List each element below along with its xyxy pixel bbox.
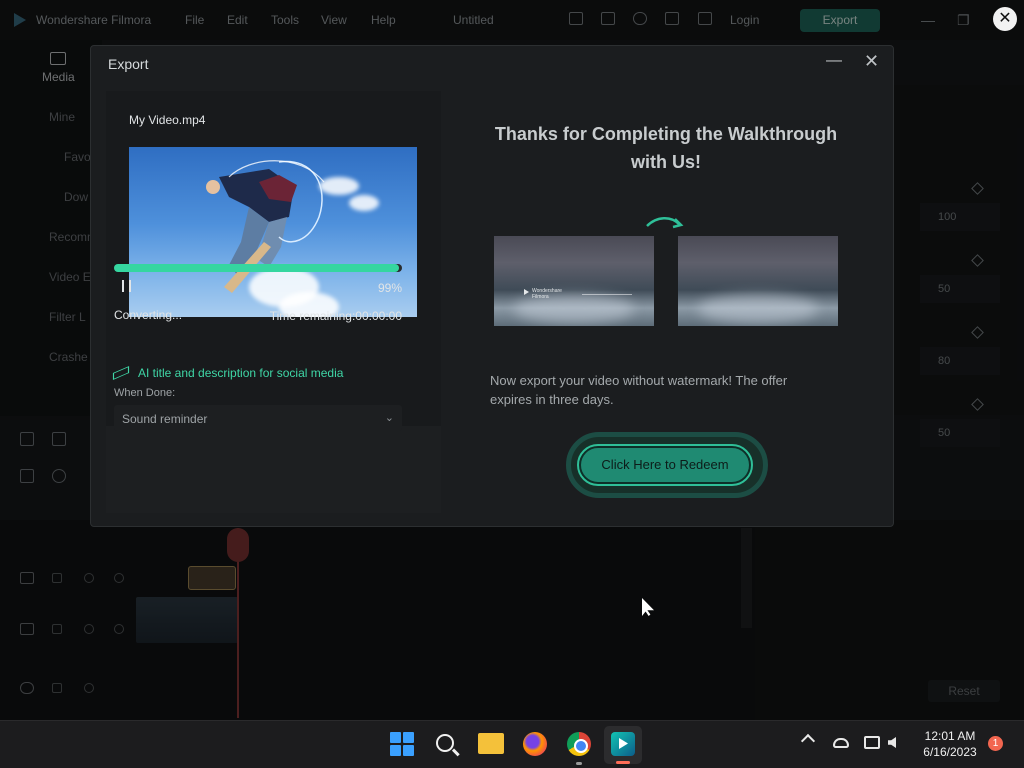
export-status: Converting...	[114, 308, 183, 322]
clock-date: 6/16/2023	[923, 745, 977, 759]
offer-text: Now export your video without watermark!…	[490, 373, 788, 407]
when-done-label: When Done:	[114, 387, 176, 399]
ai-title-link-label: AI title and description for social medi…	[138, 366, 344, 380]
onedrive-icon[interactable]	[833, 738, 849, 748]
system-clock[interactable]: 12:01 AM 6/16/2023	[912, 728, 988, 760]
watermark-text: Wondershare Filmora	[532, 288, 562, 300]
firefox-icon[interactable]	[523, 732, 547, 756]
chrome-running-indicator	[576, 762, 582, 765]
chrome-icon[interactable]	[567, 732, 591, 756]
minimize-icon[interactable]: —	[826, 52, 842, 70]
watermark-preview-after	[678, 236, 838, 326]
export-dialog: Export — ✕ My Video.mp4 99% Converting..…	[90, 45, 894, 527]
notification-badge[interactable]: 1	[988, 736, 1003, 751]
file-name: My Video.mp4	[129, 113, 206, 127]
dialog-title: Export	[108, 56, 149, 72]
when-done-dropdown[interactable]: Sound reminder ⌄	[114, 405, 402, 431]
export-progress-fill	[114, 264, 400, 272]
filmora-taskbar-icon[interactable]	[611, 732, 635, 756]
chevron-down-icon: ⌄	[384, 412, 394, 424]
curved-arrow-icon	[646, 217, 684, 229]
start-button[interactable]	[390, 732, 414, 756]
when-done-section	[106, 426, 441, 513]
filmora-logo-icon	[524, 289, 529, 295]
network-icon[interactable]	[864, 736, 880, 749]
ai-pen-icon	[112, 366, 130, 380]
time-remaining: Time remaining:00:00:00	[269, 309, 402, 323]
when-done-value: Sound reminder	[122, 412, 208, 426]
clock-time: 12:01 AM	[924, 729, 976, 743]
export-progress-bar	[114, 264, 402, 272]
watermark-preview-before: Wondershare Filmora	[494, 236, 654, 326]
filmora-active-indicator	[616, 761, 630, 764]
progress-percent: 99%	[377, 281, 402, 295]
file-explorer-icon[interactable]	[478, 733, 504, 754]
search-icon[interactable]	[436, 734, 454, 752]
close-app-icon[interactable]: ✕	[993, 7, 1017, 31]
promo-title: Thanks for Completing the Walkthrough wi…	[494, 124, 838, 172]
pause-icon[interactable]	[122, 280, 131, 292]
redeem-button[interactable]: Click Here to Redeem	[577, 444, 753, 486]
ai-title-link[interactable]: AI title and description for social medi…	[112, 366, 344, 380]
close-icon[interactable]: ✕	[864, 51, 879, 72]
watermark-line-2: Filmora	[532, 294, 549, 300]
